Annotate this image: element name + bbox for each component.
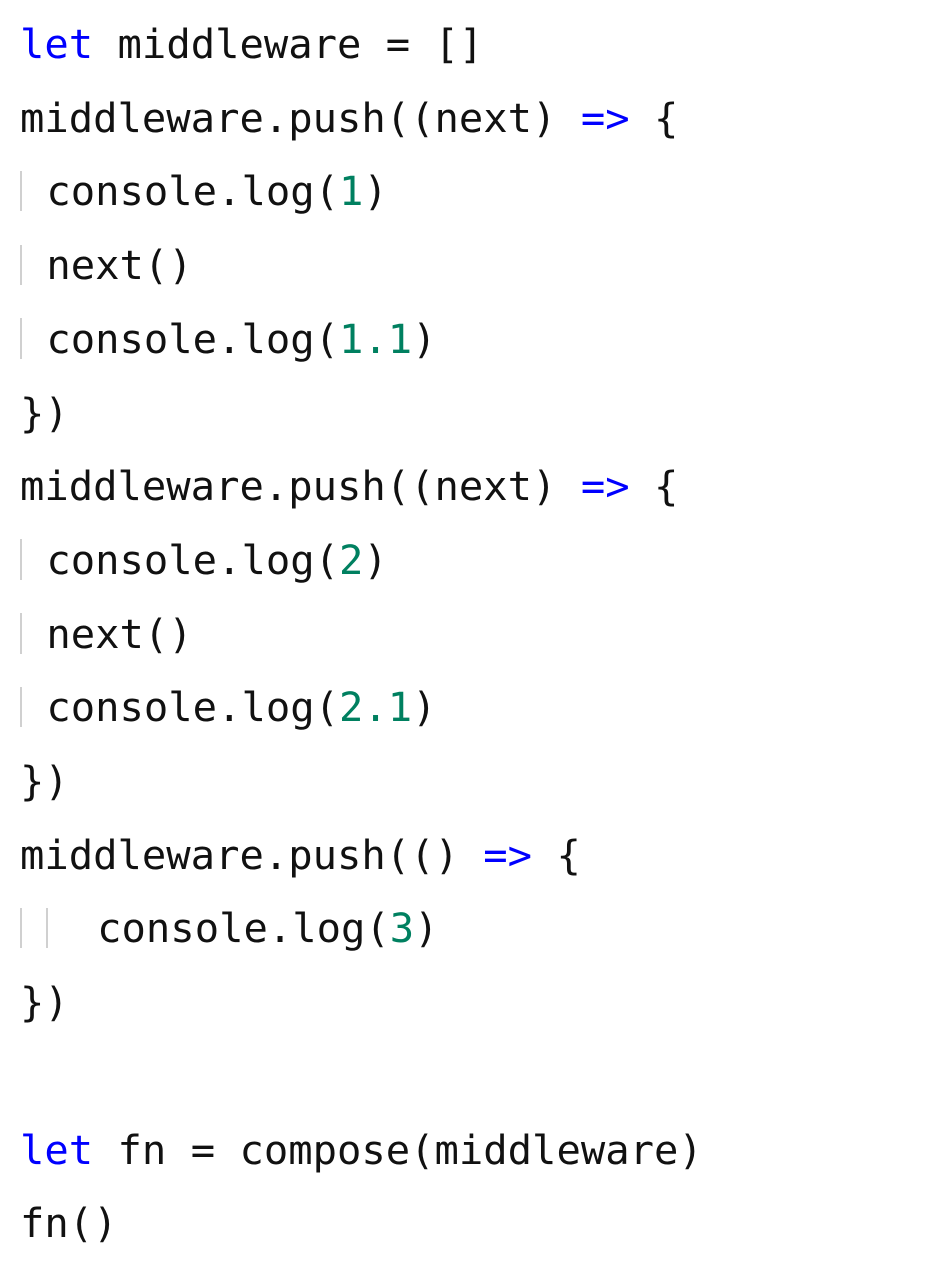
code-token: { <box>630 94 679 142</box>
indent-guide <box>20 687 22 728</box>
code-token: middleware = [] <box>118 20 484 68</box>
code-token: next() <box>22 610 193 658</box>
code-token: 3 <box>390 904 414 952</box>
code-token: 1.1 <box>339 315 412 363</box>
code-token: ) <box>412 315 436 363</box>
code-token: }) <box>20 389 69 437</box>
code-token: ) <box>363 536 387 584</box>
code-token: 2.1 <box>339 683 412 731</box>
code-token: console.log( <box>22 683 339 731</box>
indent-guide <box>20 539 22 580</box>
code-token: middleware.push(() <box>20 831 483 879</box>
code-token: next() <box>22 241 193 289</box>
code-token: console.log( <box>22 536 339 584</box>
code-token: middleware.push((next) <box>20 462 581 510</box>
code-token: 1 <box>339 167 363 215</box>
code-token: console.log( <box>22 315 339 363</box>
code-token: ) <box>414 904 438 952</box>
code-token: { <box>532 831 581 879</box>
code-token: => <box>581 94 630 142</box>
code-token: }) <box>20 978 69 1026</box>
indent-guide <box>20 171 22 212</box>
code-token: { <box>630 462 679 510</box>
code-token: ) <box>412 683 436 731</box>
code-token <box>22 904 46 952</box>
indent-guide <box>20 613 22 654</box>
code-block: let middleware = [] middleware.push((nex… <box>0 0 932 1281</box>
code-token: middleware.push((next) <box>20 94 581 142</box>
code-token: fn = compose(middleware) <box>118 1126 703 1174</box>
indent-guide <box>20 318 22 359</box>
indent-guide <box>46 908 48 949</box>
code-token: ) <box>363 167 387 215</box>
code-token: }) <box>20 757 69 805</box>
code-token: let <box>20 1126 118 1174</box>
code-token: 2 <box>339 536 363 584</box>
code-token: => <box>483 831 532 879</box>
code-token: console.log( <box>48 904 389 952</box>
code-token: => <box>581 462 630 510</box>
code-token: console.log( <box>22 167 339 215</box>
code-token: fn() <box>20 1199 118 1247</box>
indent-guide <box>20 245 22 286</box>
indent-guide <box>20 908 22 949</box>
code-token: let <box>20 20 118 68</box>
